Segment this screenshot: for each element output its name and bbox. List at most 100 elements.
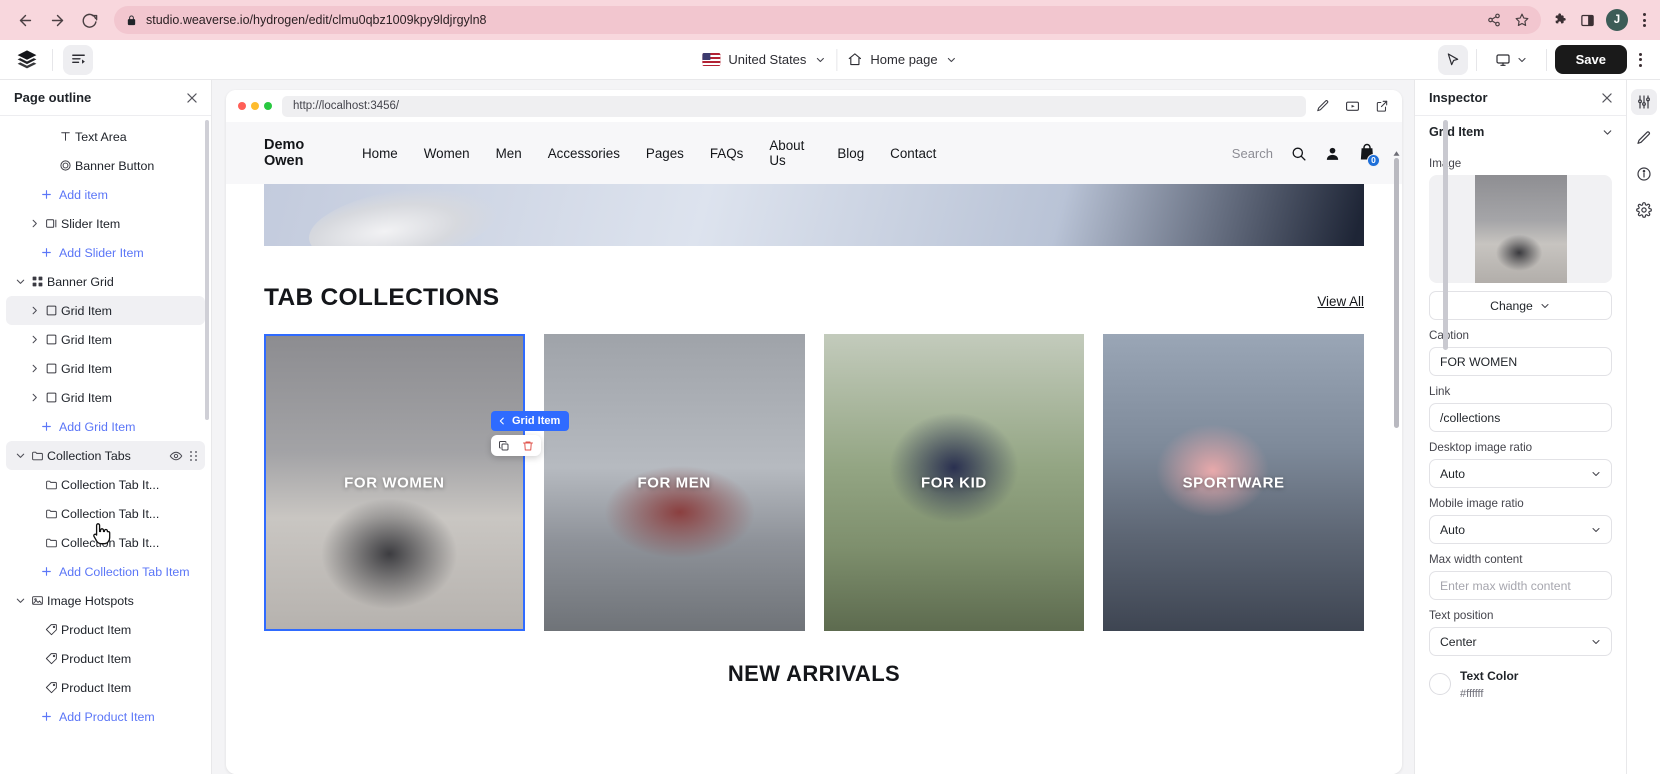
outline-tree-item[interactable]: Grid Item <box>6 383 205 412</box>
change-image-button[interactable]: Change <box>1429 291 1612 320</box>
duplicate-icon[interactable] <box>495 437 513 455</box>
external-link-icon[interactable] <box>1375 99 1389 113</box>
outline-tree-item[interactable]: Banner Grid <box>6 267 205 296</box>
caption-input[interactable]: FOR WOMEN <box>1429 347 1612 376</box>
close-icon[interactable] <box>185 91 199 105</box>
chevron-down-icon[interactable] <box>12 276 28 287</box>
selection-badge[interactable]: Grid Item <box>491 411 570 431</box>
outline-tree-item[interactable]: Banner Button <box>6 151 205 180</box>
outline-tree-item[interactable]: Image Hotspots <box>6 586 205 615</box>
outline-add-button[interactable]: Add item <box>6 180 205 209</box>
site-nav-link[interactable]: FAQs <box>710 146 743 161</box>
sliders-settings-icon[interactable] <box>1630 89 1657 115</box>
site-nav-link[interactable]: Men <box>496 146 522 161</box>
pencil-icon[interactable] <box>1316 99 1330 113</box>
inspector-scrollbar[interactable] <box>1443 120 1448 350</box>
outline-tree-item[interactable]: Collection Tab It... <box>6 499 205 528</box>
collection-grid-card[interactable]: FOR WOMEN <box>264 334 525 631</box>
collection-grid-card[interactable]: FOR MEN <box>543 334 805 631</box>
site-nav-link[interactable]: Contact <box>890 146 936 161</box>
share-icon[interactable] <box>1487 13 1501 27</box>
side-panel-icon[interactable] <box>1580 13 1595 28</box>
outline-tree-item[interactable]: Product Item <box>6 644 205 673</box>
chevron-right-icon[interactable] <box>26 305 42 316</box>
outline-add-button[interactable]: Add Collection Tab Item <box>6 557 205 586</box>
forward-arrow-icon[interactable] <box>42 5 72 35</box>
market-selector[interactable]: United States <box>692 47 836 72</box>
outline-tree-item[interactable]: Product Item <box>6 615 205 644</box>
outline-tree-item[interactable]: Text Area <box>6 122 205 151</box>
chevron-right-icon[interactable] <box>26 392 42 403</box>
site-nav-link[interactable]: Women <box>424 146 470 161</box>
pen-design-icon[interactable] <box>1631 125 1657 151</box>
eye-icon[interactable] <box>169 449 183 463</box>
outline-add-button[interactable]: Add Slider Item <box>6 238 205 267</box>
collection-grid-card[interactable]: SPORTWARE <box>1103 334 1364 631</box>
chevron-down-icon[interactable] <box>12 450 28 461</box>
site-nav-link[interactable]: Blog <box>837 146 864 161</box>
hero-banner[interactable] <box>264 184 1364 246</box>
site-logo[interactable]: Demo Owen <box>264 137 338 169</box>
outline-scrollbar[interactable] <box>205 120 209 420</box>
kebab-menu-icon[interactable] <box>1639 13 1650 27</box>
search-icon[interactable] <box>1290 145 1307 162</box>
desktop-ratio-select[interactable]: Auto <box>1429 459 1612 488</box>
preview-url-bar[interactable]: http://localhost:3456/ <box>282 95 1306 117</box>
site-search-placeholder[interactable]: Search <box>1232 146 1273 161</box>
save-button[interactable]: Save <box>1554 45 1627 74</box>
link-input[interactable]: /collections <box>1429 403 1612 432</box>
close-icon[interactable] <box>1600 91 1614 105</box>
outline-tree-item[interactable]: Grid Item <box>6 325 205 354</box>
preview-scrollbar[interactable] <box>1394 158 1399 428</box>
chevron-right-icon[interactable] <box>26 218 42 229</box>
cursor-select-icon[interactable] <box>1437 44 1468 75</box>
star-icon[interactable] <box>1515 13 1529 27</box>
profile-avatar[interactable]: J <box>1606 9 1628 31</box>
outline-add-button[interactable]: Add Grid Item <box>6 412 205 441</box>
text-color-row[interactable]: Text Color #ffffff <box>1429 668 1612 701</box>
chevron-down-icon[interactable] <box>1601 126 1614 139</box>
page-outline-toggle-icon[interactable] <box>63 44 93 75</box>
cart-button[interactable]: 0 <box>1358 143 1380 167</box>
max-width-input[interactable]: Enter max width content <box>1429 571 1612 600</box>
info-icon[interactable] <box>1631 161 1657 187</box>
site-nav-link[interactable]: Pages <box>646 146 684 161</box>
back-arrow-icon[interactable] <box>10 5 40 35</box>
preview-viewport[interactable]: Demo Owen Home Women Men Accessories Pages FA… <box>226 122 1402 774</box>
user-icon[interactable] <box>1324 145 1341 162</box>
site-nav-link[interactable]: Accessories <box>548 146 620 161</box>
text-position-select[interactable]: Center <box>1429 627 1612 656</box>
reload-icon[interactable] <box>74 5 104 35</box>
outline-tree-item[interactable]: Collection Tab It... <box>6 470 205 499</box>
page-selector[interactable]: Home page <box>837 47 967 72</box>
outline-add-button[interactable]: Add Product Item <box>6 702 205 731</box>
gear-icon[interactable] <box>1631 197 1657 223</box>
mobile-ratio-select[interactable]: Auto <box>1429 515 1612 544</box>
kebab-menu-icon[interactable] <box>1635 52 1646 67</box>
outline-tree-item[interactable]: Grid Item <box>6 296 205 325</box>
drag-handle-icon[interactable] <box>190 450 197 461</box>
device-selector[interactable] <box>1485 47 1538 73</box>
address-bar[interactable]: studio.weaverse.io/hydrogen/edit/clmu0qb… <box>114 6 1541 34</box>
outline-tree-item[interactable]: Grid Item <box>6 354 205 383</box>
site-nav-link[interactable]: About Us <box>769 138 811 168</box>
image-preview[interactable] <box>1429 175 1612 283</box>
outline-tree-item[interactable]: Collection Tabs <box>6 441 205 470</box>
text-color-swatch[interactable] <box>1429 673 1451 696</box>
outline-tree-item[interactable]: Product Item <box>6 673 205 702</box>
puzzle-icon[interactable] <box>1553 12 1569 28</box>
view-all-link[interactable]: View All <box>1317 294 1364 312</box>
trash-icon[interactable] <box>519 437 537 455</box>
outline-tree-item[interactable]: Collection Tab It... <box>6 528 205 557</box>
chevron-left-icon[interactable] <box>497 416 507 426</box>
page-outline-tree[interactable]: Text Area Banner Button Add item Slider Ite… <box>0 116 211 774</box>
site-nav-link[interactable]: Home <box>362 146 398 161</box>
collection-grid-card[interactable]: FOR KID <box>823 334 1085 631</box>
chevron-right-icon[interactable] <box>26 334 42 345</box>
outline-tree-item[interactable]: Slider Item <box>6 209 205 238</box>
chevron-right-icon[interactable] <box>26 363 42 374</box>
chevron-down-icon[interactable] <box>12 595 28 606</box>
site-navigation[interactable]: Home Women Men Accessories Pages FAQs About Us… <box>362 138 936 168</box>
weaverse-logo-icon[interactable] <box>12 45 42 75</box>
screen-play-icon[interactable] <box>1345 99 1360 114</box>
